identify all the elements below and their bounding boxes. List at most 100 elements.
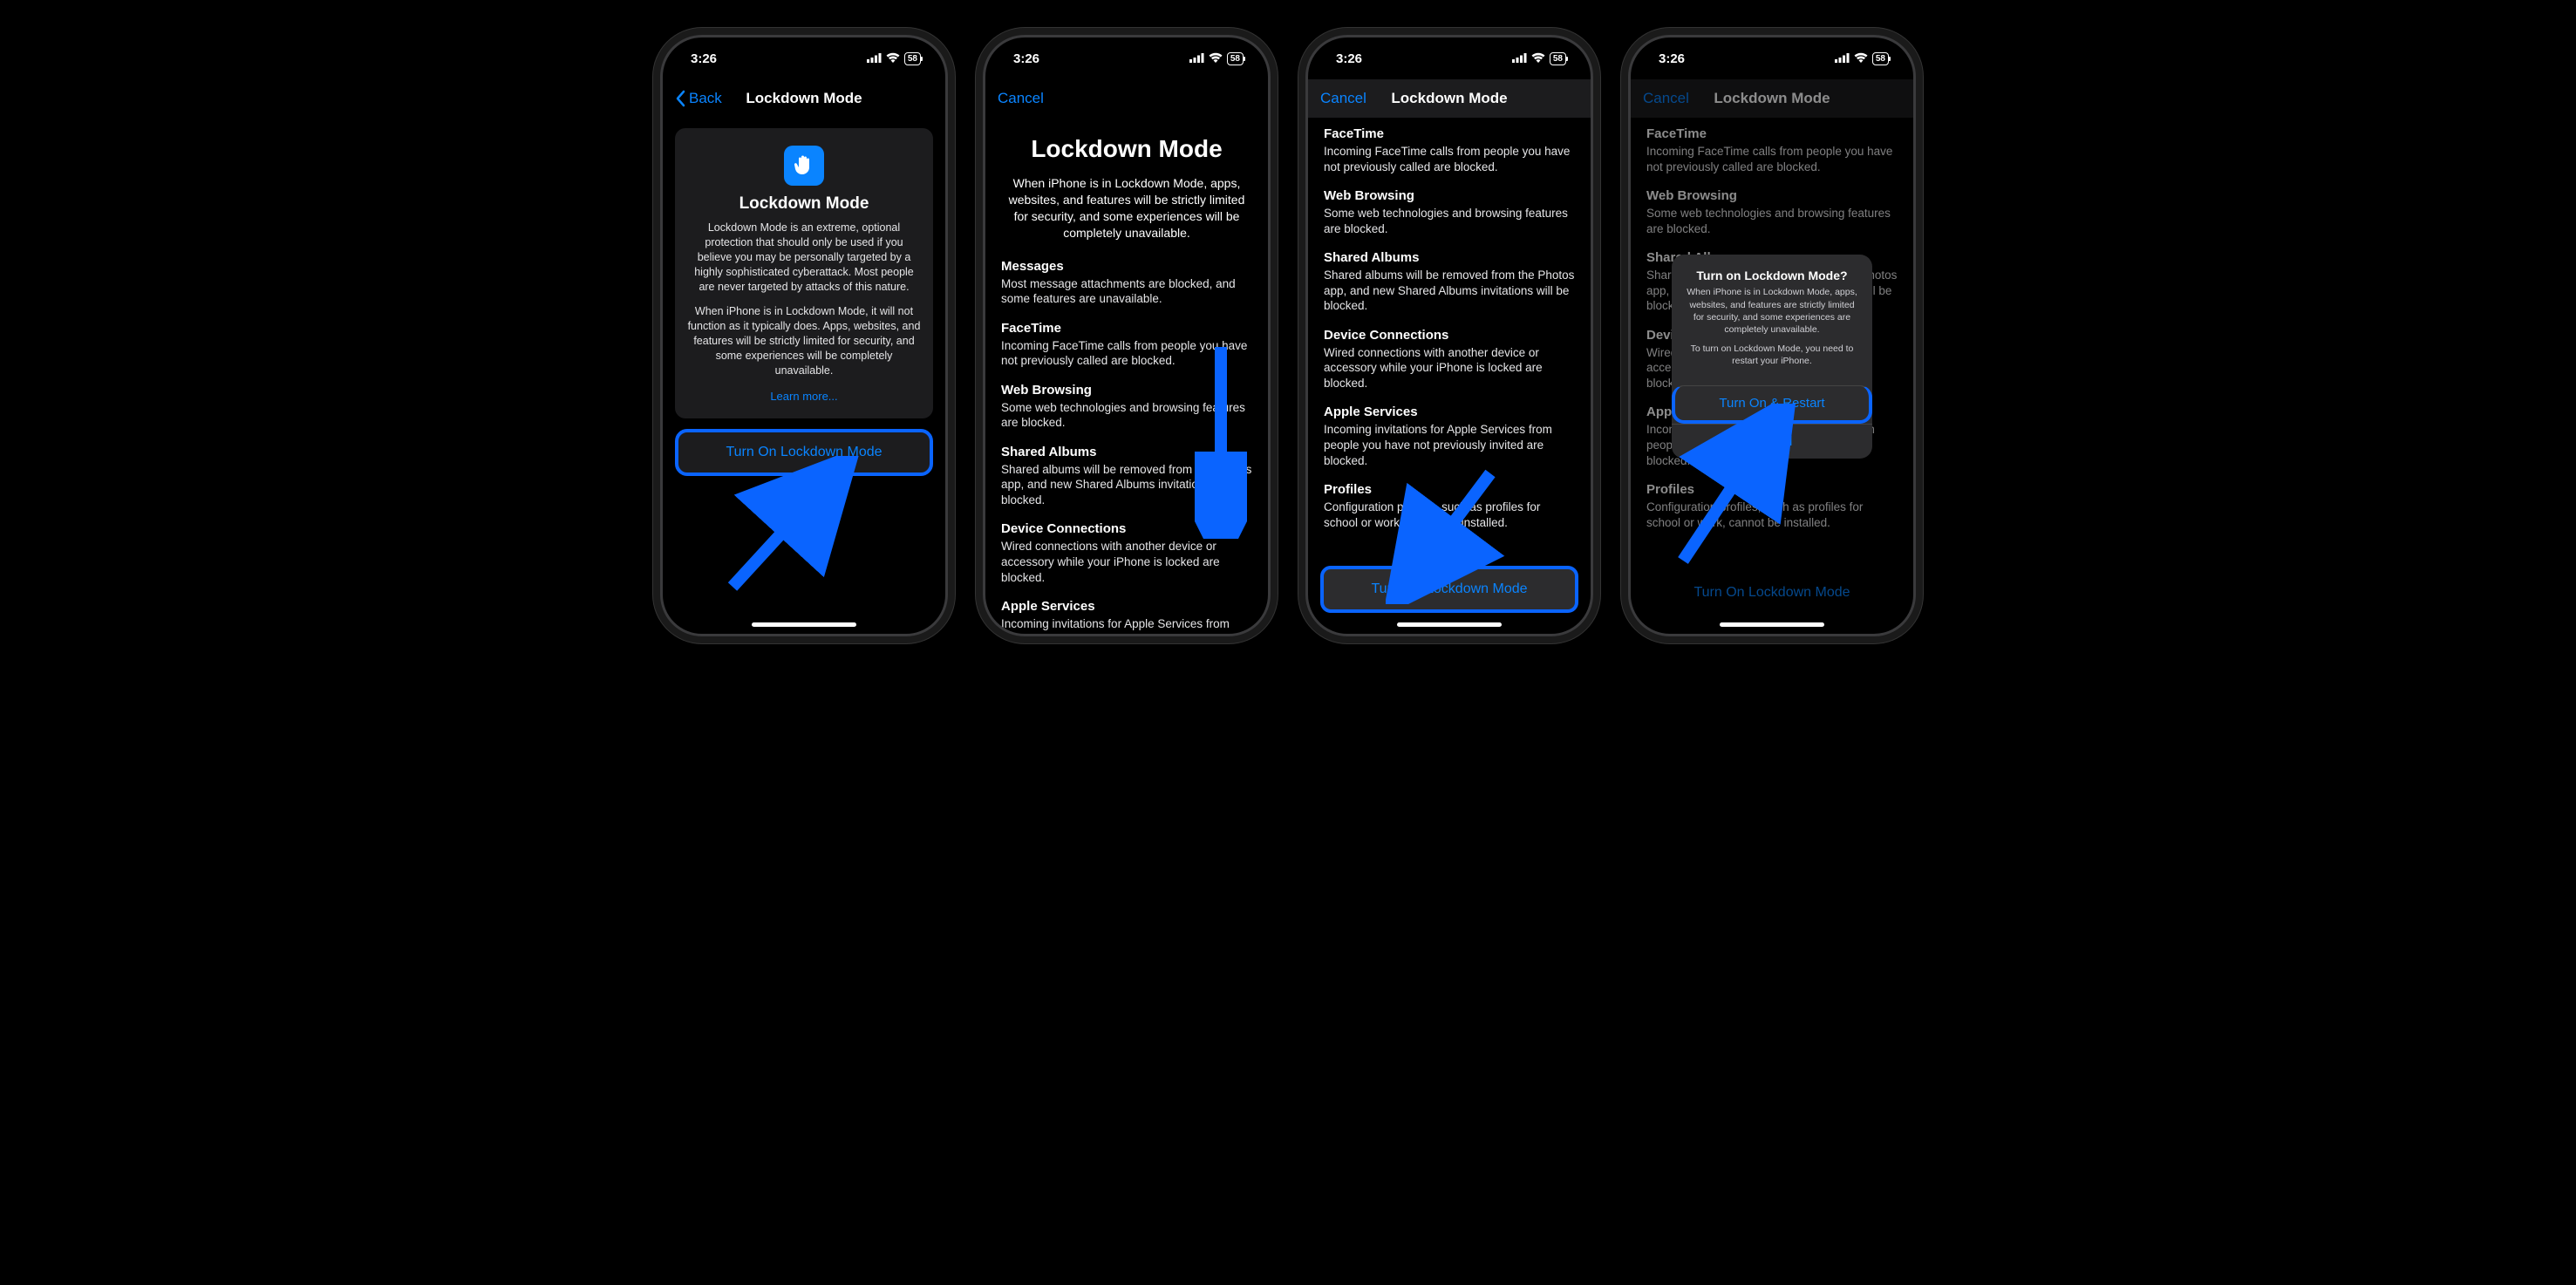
notch [1074, 43, 1179, 67]
cancel-button[interactable]: Cancel [1320, 90, 1366, 107]
status-time: 3:26 [1659, 51, 1685, 66]
screen: Back Lockdown Mode Lockdown Mode Lockdow… [663, 79, 945, 634]
section-apple-services: Apple ServicesIncoming invitations for A… [1001, 599, 1252, 632]
nav-bar: Back Lockdown Mode [663, 79, 945, 118]
status-time: 3:26 [691, 51, 717, 66]
screen: Cancel Lockdown Mode FaceTimeIncoming Fa… [1631, 79, 1913, 634]
phone-4: 3:26 58 Cancel Lockdown Mode FaceTimeInc… [1628, 35, 1916, 636]
turn-on-button[interactable]: Turn On Lockdown Mode [1320, 566, 1578, 613]
home-indicator[interactable] [1397, 622, 1502, 627]
wifi-icon [886, 51, 900, 66]
hand-icon [784, 146, 824, 186]
sheet-content[interactable]: FaceTime Incoming FaceTime calls from peo… [1308, 118, 1591, 557]
section-text: Wired connections with another device or… [1324, 345, 1575, 391]
section-heading: Apple Services [1001, 599, 1252, 614]
screen: Cancel Lockdown Mode FaceTime Incoming Fa… [1308, 79, 1591, 634]
nav-bar: Cancel [985, 79, 1268, 118]
learn-more-link[interactable]: Learn more... [770, 390, 837, 403]
status-icons: 58 [1512, 51, 1566, 66]
card-p1: Lockdown Mode is an extreme, optional pr… [687, 221, 921, 294]
section-text: Configuration profiles, such as profiles… [1324, 500, 1575, 530]
home-indicator[interactable] [752, 622, 856, 627]
alert-body: Turn on Lockdown Mode? When iPhone is in… [1672, 255, 1872, 384]
chevron-left-icon [675, 90, 685, 107]
section-facetime: FaceTime Incoming FaceTime calls from peo… [1001, 321, 1252, 369]
nav-title: Lockdown Mode [1391, 90, 1507, 107]
screen: Cancel Lockdown Mode When iPhone is in L… [985, 79, 1268, 634]
wifi-icon [1854, 51, 1868, 66]
section-messages: Messages Most message attachments are blo… [1001, 259, 1252, 307]
notch [1397, 43, 1502, 67]
status-time: 3:26 [1336, 51, 1362, 66]
section-text: Shared albums will be removed from the P… [1324, 268, 1575, 314]
sheet-intro: When iPhone is in Lockdown Mode, apps, w… [1001, 175, 1252, 241]
alert-confirm-button[interactable]: Turn On & Restart [1672, 385, 1872, 424]
section-heading: Profiles [1324, 482, 1575, 497]
section-text: Wired connections with another device or… [1001, 539, 1252, 585]
section-text: Most message attachments are blocked, an… [1001, 276, 1252, 307]
battery-icon: 58 [1550, 52, 1566, 65]
status-icons: 58 [1835, 51, 1889, 66]
info-card: Lockdown Mode Lockdown Mode is an extrem… [675, 128, 933, 418]
battery-icon: 58 [1227, 52, 1244, 65]
section-heading: FaceTime [1324, 126, 1575, 141]
alert-text-1: When iPhone is in Lockdown Mode, apps, w… [1684, 286, 1860, 336]
section-heading: Messages [1001, 259, 1252, 274]
alert-text-2: To turn on Lockdown Mode, you need to re… [1684, 343, 1860, 367]
section-text: Some web technologies and browsing featu… [1324, 206, 1575, 236]
home-indicator[interactable] [1720, 622, 1824, 627]
section-facetime: FaceTime Incoming FaceTime calls from peo… [1324, 126, 1575, 174]
section-heading: Shared Albums [1001, 445, 1252, 459]
signal-icon [1835, 51, 1850, 66]
alert-backdrop: Turn on Lockdown Mode? When iPhone is in… [1631, 79, 1913, 634]
battery-icon: 58 [904, 52, 921, 65]
section-shared-albums: Shared Albums Shared albums will be remov… [1324, 250, 1575, 314]
section-text: Incoming FaceTime calls from people you … [1001, 338, 1252, 369]
section-web: Web Browsing Some web technologies and br… [1324, 188, 1575, 236]
section-heading: Shared Albums [1324, 250, 1575, 265]
alert-dialog: Turn on Lockdown Mode? When iPhone is in… [1672, 255, 1872, 458]
section-text: Incoming invitations for Apple Services … [1324, 422, 1575, 468]
signal-icon [1189, 51, 1204, 66]
battery-icon: 58 [1872, 52, 1889, 65]
section-profiles: Profiles Configuration profiles, such as … [1324, 482, 1575, 530]
back-label: Back [689, 90, 722, 107]
card-p2: When iPhone is in Lockdown Mode, it will… [687, 304, 921, 377]
status-icons: 58 [1189, 51, 1244, 66]
notch [752, 43, 856, 67]
phone-3: 3:26 58 Cancel Lockdown Mode FaceTime Inc… [1305, 35, 1593, 636]
notch [1720, 43, 1824, 67]
section-heading: Web Browsing [1001, 383, 1252, 398]
section-heading: Device Connections [1001, 521, 1252, 536]
section-text: Incoming FaceTime calls from people you … [1324, 144, 1575, 174]
alert-cancel-button[interactable]: Cancel [1672, 424, 1872, 459]
section-apple-services: Apple Services Incoming invitations for A… [1324, 405, 1575, 468]
back-button[interactable]: Back [675, 90, 722, 107]
section-heading: Web Browsing [1324, 188, 1575, 203]
section-device-connections: Device Connections Wired connections with… [1001, 521, 1252, 585]
section-heading: Apple Services [1324, 405, 1575, 419]
wifi-icon [1209, 51, 1223, 66]
section-heading: FaceTime [1001, 321, 1252, 336]
phone-2: 3:26 58 Cancel Lockdown Mode When iPhone… [983, 35, 1271, 636]
section-device-connections: Device Connections Wired connections with… [1324, 328, 1575, 391]
section-text: Shared albums will be removed from the P… [1001, 462, 1252, 508]
status-time: 3:26 [1013, 51, 1039, 66]
cancel-button[interactable]: Cancel [998, 90, 1044, 107]
signal-icon [1512, 51, 1527, 66]
section-shared-albums: Shared Albums Shared albums will be remov… [1001, 445, 1252, 508]
content: Lockdown Mode Lockdown Mode is an extrem… [663, 118, 945, 634]
sheet-title: Lockdown Mode [1001, 135, 1252, 163]
card-title: Lockdown Mode [687, 194, 921, 214]
nav-title: Lockdown Mode [746, 90, 862, 107]
wifi-icon [1531, 51, 1545, 66]
section-heading: Device Connections [1324, 328, 1575, 343]
signal-icon [867, 51, 882, 66]
nav-bar: Cancel Lockdown Mode [1308, 79, 1591, 118]
sheet-content[interactable]: Lockdown Mode When iPhone is in Lockdown… [985, 118, 1268, 634]
phone-1: 3:26 58 Back Lockdown Mode Lockdown Mode… [660, 35, 948, 636]
turn-on-button[interactable]: Turn On Lockdown Mode [675, 429, 933, 476]
section-text: Some web technologies and browsing featu… [1001, 400, 1252, 431]
status-icons: 58 [867, 51, 921, 66]
alert-title: Turn on Lockdown Mode? [1684, 269, 1860, 282]
